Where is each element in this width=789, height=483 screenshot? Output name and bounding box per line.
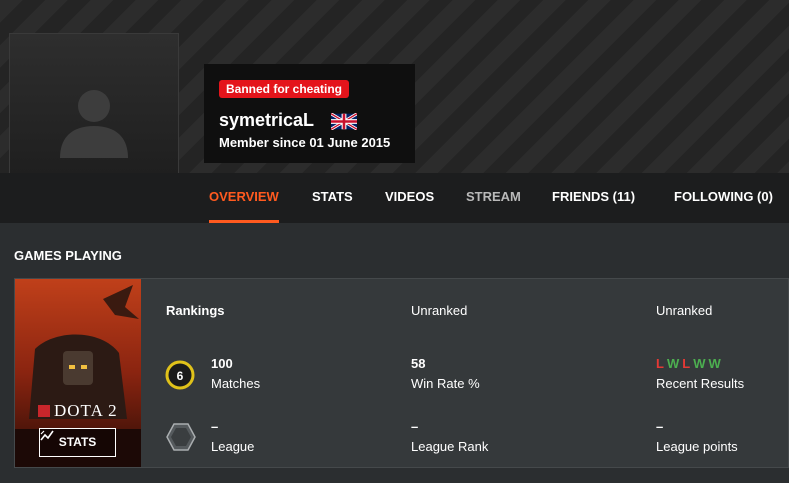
tab-overview[interactable]: OVERVIEW: [209, 173, 279, 223]
result-loss: L: [682, 356, 691, 371]
chart-trend-icon: [40, 430, 54, 441]
default-user-icon: [60, 90, 128, 158]
game-logo: DOTA 2: [38, 401, 118, 421]
ban-badge: Banned for cheating: [219, 80, 350, 98]
matches-value: 100: [211, 356, 233, 371]
result-win: W: [693, 356, 706, 371]
tab-stats[interactable]: STATS: [312, 173, 353, 223]
win-rate-value: 58: [411, 356, 426, 371]
result-win: W: [666, 356, 680, 371]
result-win: W: [708, 356, 721, 371]
league-value: –: [211, 419, 219, 434]
dota2-cover-art[interactable]: DOTA 2 STATS: [15, 279, 141, 467]
tab-following[interactable]: FOLLOWING (0): [674, 173, 773, 223]
tab-friends[interactable]: FRIENDS (11): [552, 173, 635, 223]
win-rate-label: Win Rate %: [411, 376, 480, 391]
league-rank-label: League Rank: [411, 439, 489, 454]
game-stats-button[interactable]: STATS: [39, 428, 116, 457]
ranking-value-1: Unranked: [411, 303, 468, 318]
uk-flag-icon: [331, 113, 357, 130]
profile-nav: OVERVIEW STATS VIDEOS STREAM FRIENDS (11…: [0, 173, 789, 223]
games-playing-title: GAMES PLAYING: [14, 248, 122, 263]
tab-stream[interactable]: STREAM: [466, 173, 521, 223]
league-label: League: [211, 439, 255, 454]
dota-logo-icon: [38, 405, 50, 417]
rankings-label: Rankings: [166, 303, 225, 318]
league-rank-value: –: [411, 419, 419, 434]
league-hex-icon: [166, 423, 196, 451]
username: symetricaL: [219, 110, 315, 130]
profile-info-card: Banned for cheating symetricaL Member si…: [204, 64, 415, 163]
game-card: DOTA 2 STATS Rankings Unranked Unranked …: [14, 278, 789, 468]
result-loss: L: [656, 356, 664, 371]
member-since: Member since 01 June 2015: [219, 135, 391, 150]
matches-label: Matches: [211, 376, 261, 391]
medal-level: 6: [177, 369, 184, 383]
recent-results: LWLWW: [656, 356, 724, 371]
ranking-value-2: Unranked: [656, 303, 713, 318]
league-points-label: League points: [656, 439, 738, 454]
recent-results-label: Recent Results: [656, 376, 745, 391]
league-points-value: –: [656, 419, 664, 434]
tab-videos[interactable]: VIDEOS: [385, 173, 434, 223]
medal-icon: 6: [165, 360, 195, 390]
